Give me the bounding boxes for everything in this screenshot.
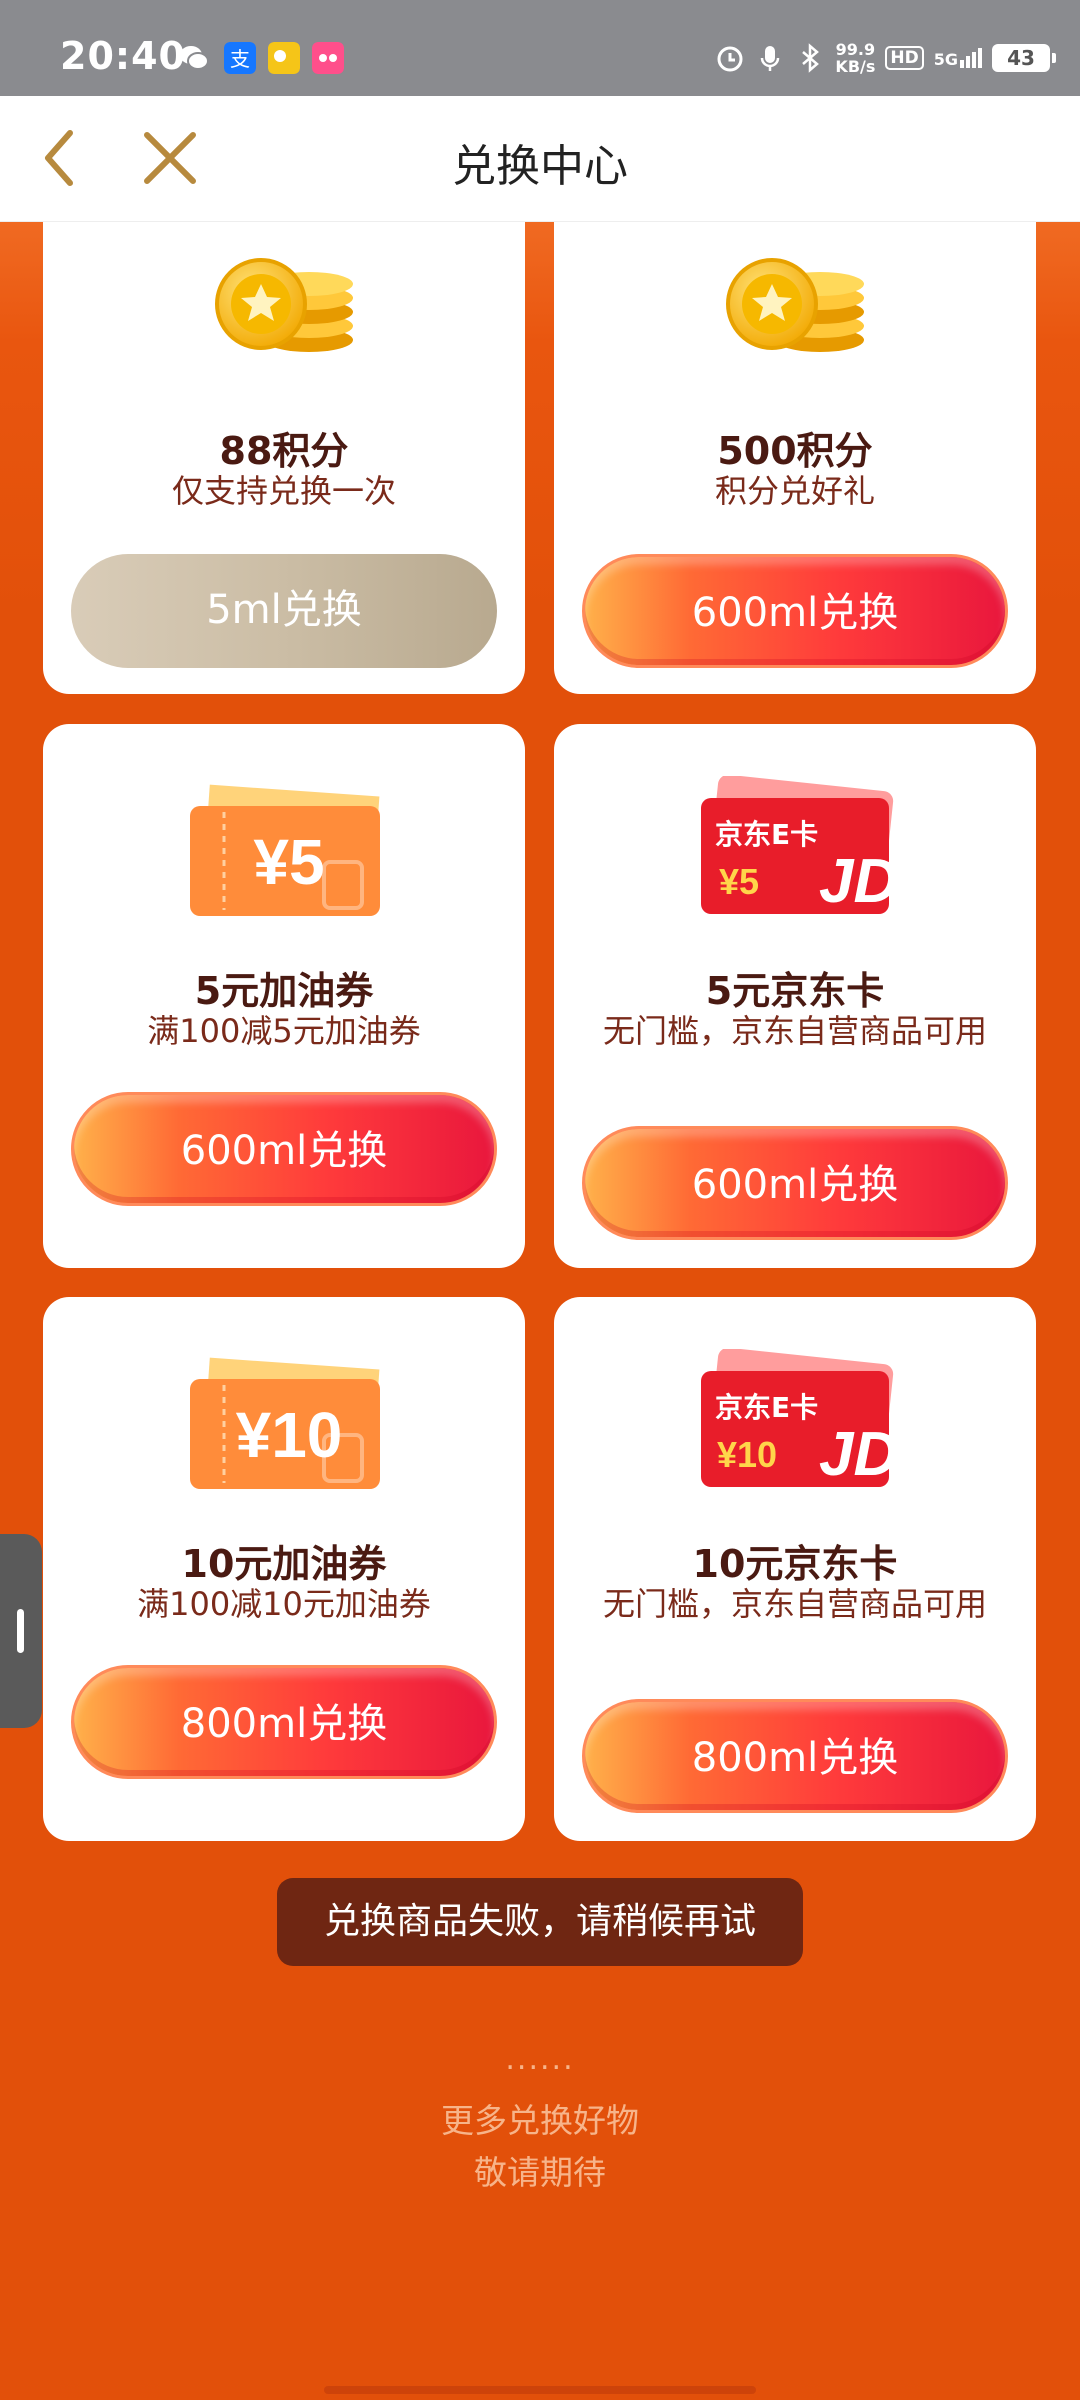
app-icon [268,42,300,74]
home-gesture-bar[interactable] [324,2386,756,2394]
exchange-card: ¥10 10元加油券 满100减10元加油券 800ml兑换 [43,1297,525,1841]
exchange-button[interactable]: 800ml兑换 [71,1665,497,1779]
card-desc: 积分兑好礼 [714,472,875,510]
side-drawer-handle[interactable] [0,1534,42,1728]
network-speed: 99.9 KB/s [835,40,876,76]
exchange-button[interactable]: 800ml兑换 [582,1699,1008,1813]
exchange-card: 500积分 积分兑好礼 600ml兑换 [554,222,1036,694]
card-desc: 仅支持兑换一次 [171,472,396,510]
jd-card-label: 京东E卡 [715,818,818,851]
status-bar: 20:40 支 99.9 KB/s HD 5G 43 [0,0,1080,96]
jd-card-icon: 京东E卡 ¥10 JD [701,1349,895,1489]
exchange-content: 88积分 仅支持兑换一次 5ml兑换 500积分 积分兑好礼 600ml兑换 ¥… [0,222,1080,2400]
error-toast: 兑换商品失败，请稍候再试 [277,1878,803,1966]
more-items-text: 更多兑换好物 [441,2101,639,2140]
jd-card-amount: ¥5 [719,861,759,902]
alarm-icon [717,46,743,72]
card-desc: 满100减5元加油券 [147,1012,421,1050]
wechat-icon [180,46,209,70]
app-icon [312,42,344,74]
card-title: 88积分 [219,429,349,473]
page-title: 兑换中心 [452,141,628,192]
hd-badge: HD [885,46,924,70]
card-desc: 无门槛，京东自营商品可用 [602,1585,987,1623]
jd-card-label: 京东E卡 [715,1391,818,1424]
fuel-coupon-icon: ¥5 [190,784,380,916]
exchange-card: 88积分 仅支持兑换一次 5ml兑换 [43,222,525,694]
jd-card-icon: 京东E卡 ¥5 JD [701,776,895,916]
exchange-button[interactable]: 600ml兑换 [582,554,1008,668]
mic-icon [761,46,780,71]
signal-icon: 5G [934,48,982,68]
more-dots: ...... [505,2042,575,2077]
nav-bar: 兑换中心 [0,96,1080,222]
exchange-card: 京东E卡 ¥5 JD 5元京东卡 无门槛，京东自营商品可用 600ml兑换 [554,724,1036,1268]
exchange-card: ¥5 5元加油券 满100减5元加油券 600ml兑换 [43,724,525,1268]
card-title: 10元京东卡 [692,1542,898,1586]
svg-text:支: 支 [230,47,250,71]
fuel-coupon-icon: ¥10 [190,1357,380,1489]
jd-logo: JD [819,847,895,916]
exchange-button[interactable]: 600ml兑换 [582,1126,1008,1240]
card-title: 5元加油券 [194,969,374,1013]
card-title: 500积分 [717,429,873,473]
coupon-amount: ¥5 [253,826,324,898]
exchange-button-disabled[interactable]: 5ml兑换 [71,554,497,668]
alipay-icon: 支 [224,42,256,74]
card-desc: 无门槛，京东自营商品可用 [602,1012,987,1050]
coming-soon-text: 敬请期待 [474,2153,606,2192]
jd-logo: JD [819,1420,895,1489]
status-time: 20:40 [60,34,186,78]
exchange-card: 京东E卡 ¥10 JD 10元京东卡 无门槛，京东自营商品可用 800ml兑换 [554,1297,1036,1841]
card-title: 5元京东卡 [705,969,885,1013]
coupon-amount: ¥10 [236,1399,343,1471]
gold-coins-icon [215,258,353,352]
battery-indicator: 43 [992,44,1056,72]
card-title: 10元加油券 [181,1542,387,1586]
gold-coins-icon [726,258,864,352]
exchange-button[interactable]: 600ml兑换 [71,1092,497,1206]
card-desc: 满100减10元加油券 [137,1585,431,1623]
bluetooth-icon [802,43,820,73]
jd-card-amount: ¥10 [717,1434,777,1475]
